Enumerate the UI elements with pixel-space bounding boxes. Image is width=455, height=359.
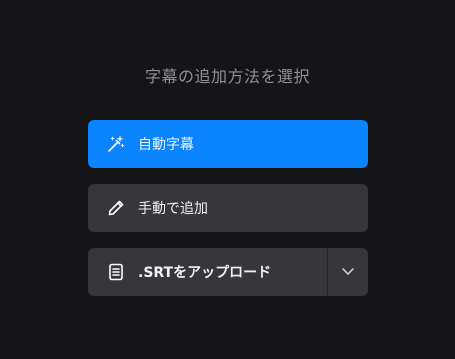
- manual-add-label: 手動で追加: [138, 201, 208, 217]
- magic-wand-icon: [106, 134, 126, 154]
- upload-srt-split-button: .SRTをアップロード: [88, 248, 368, 296]
- auto-captions-button[interactable]: 自動字幕: [88, 120, 368, 168]
- upload-options-dropdown[interactable]: [328, 248, 368, 296]
- dialog-title: 字幕の追加方法を選択: [144, 67, 310, 86]
- auto-captions-label: 自動字幕: [138, 137, 194, 153]
- document-icon: [106, 262, 126, 282]
- pencil-icon: [106, 198, 126, 218]
- upload-srt-label: .SRTをアップロード: [138, 265, 272, 281]
- manual-add-button[interactable]: 手動で追加: [88, 184, 368, 232]
- chevron-down-icon: [341, 263, 355, 282]
- upload-srt-button[interactable]: .SRTをアップロード: [88, 248, 327, 296]
- caption-method-panel: 字幕の追加方法を選択 自動字幕 手動で追加 .SRTをアップロード: [0, 0, 455, 359]
